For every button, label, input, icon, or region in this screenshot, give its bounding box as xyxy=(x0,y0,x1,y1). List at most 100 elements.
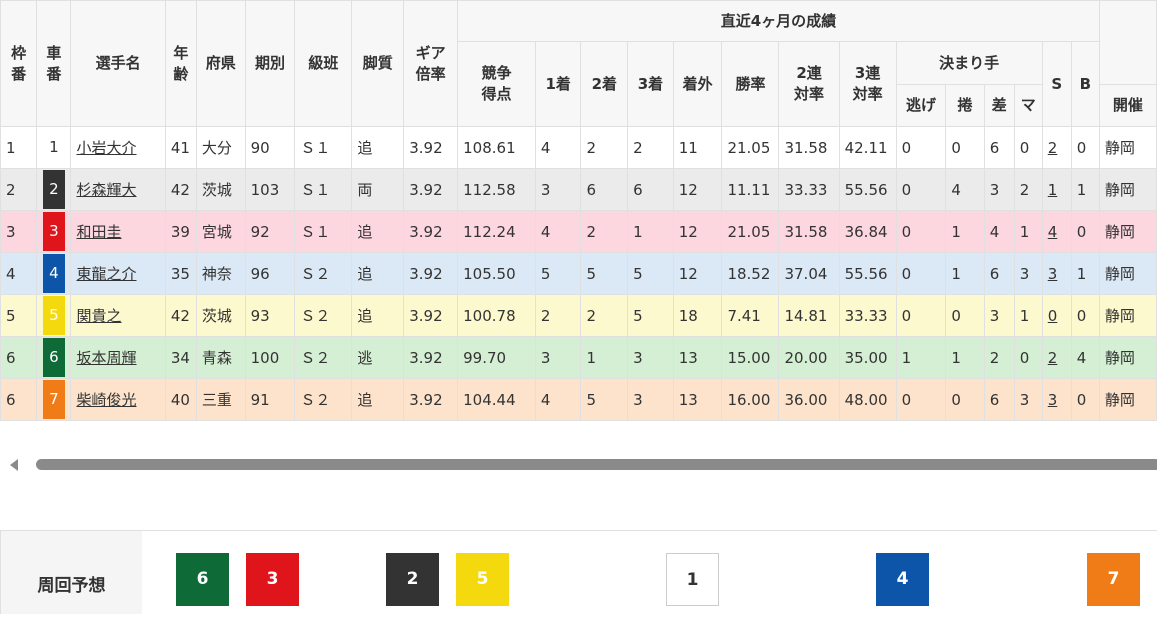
prediction-car-badge: 7 xyxy=(1087,553,1140,606)
racer-name-link[interactable]: 東龍之介 xyxy=(76,265,136,283)
out-cell: 13 xyxy=(672,336,723,379)
class-cell: Ｓ２ xyxy=(294,294,353,337)
s-cell[interactable]: 0 xyxy=(1041,294,1072,337)
header-term: 期別 xyxy=(244,0,296,127)
racer-name-link[interactable]: 坂本周輝 xyxy=(76,349,136,367)
racer-name-link[interactable]: 関貴之 xyxy=(76,307,121,325)
car-number-badge: 4 xyxy=(36,252,72,295)
header-pref: 府県 xyxy=(195,0,246,127)
s-cell[interactable]: 2 xyxy=(1041,336,1072,379)
s-cell[interactable]: 2 xyxy=(1041,126,1072,169)
header-trio-rate: 3連 対率 xyxy=(838,41,897,127)
trio-rate-cell: 48.00 xyxy=(838,378,897,421)
pref-cell: 茨城 xyxy=(195,294,246,337)
s-link[interactable]: 3 xyxy=(1048,265,1058,283)
racer-name-link[interactable]: 和田圭 xyxy=(76,223,121,241)
header-waku: 枠 番 xyxy=(0,0,38,127)
table-row: 6 6 坂本周輝 34 青森 100 Ｓ２ 逃 3.92 99.70 3 1 3… xyxy=(0,336,1157,379)
class-cell: Ｓ２ xyxy=(294,252,353,295)
racer-name-link[interactable]: 小岩大介 xyxy=(76,139,136,157)
score-cell: 112.24 xyxy=(457,210,536,253)
third-cell: 5 xyxy=(627,252,674,295)
nige-cell: 0 xyxy=(895,378,947,421)
header-class: 級班 xyxy=(294,0,353,127)
racer-name-link[interactable]: 柴崎俊光 xyxy=(76,391,136,409)
venue-cell: 静岡 xyxy=(1098,168,1157,211)
header-score: 競争 得点 xyxy=(457,41,536,127)
makuri-cell: 0 xyxy=(945,378,985,421)
second-cell: 6 xyxy=(580,168,629,211)
first-cell: 4 xyxy=(534,210,582,253)
quinella-rate-cell: 37.04 xyxy=(778,252,840,295)
win-rate-cell: 16.00 xyxy=(721,378,780,421)
makuri-cell: 0 xyxy=(945,126,985,169)
racer-name-cell[interactable]: 坂本周輝 xyxy=(70,336,166,379)
prediction-car-badge: 1 xyxy=(666,553,719,606)
first-cell: 3 xyxy=(534,336,582,379)
header-out: 着外 xyxy=(672,41,723,127)
win-rate-cell: 18.52 xyxy=(721,252,780,295)
racer-name-cell[interactable]: 柴崎俊光 xyxy=(70,378,166,421)
waku-cell: 2 xyxy=(0,168,38,211)
car-number: 6 xyxy=(42,338,65,377)
makuri-cell: 4 xyxy=(945,168,985,211)
second-cell: 5 xyxy=(580,252,629,295)
nige-cell: 0 xyxy=(895,168,947,211)
s-cell[interactable]: 3 xyxy=(1041,252,1072,295)
header-b: B xyxy=(1070,41,1100,127)
header-mark: マ xyxy=(1013,84,1043,127)
waku-cell: 3 xyxy=(0,210,38,253)
age-cell: 35 xyxy=(164,252,197,295)
out-cell: 18 xyxy=(672,294,723,337)
horizontal-scrollbar[interactable] xyxy=(0,455,1157,475)
win-rate-cell: 11.11 xyxy=(721,168,780,211)
prediction-car-badge: 2 xyxy=(386,553,439,606)
s-link[interactable]: 3 xyxy=(1048,391,1058,409)
prediction-car-badge: 3 xyxy=(246,553,299,606)
quinella-rate-cell: 33.33 xyxy=(778,168,840,211)
s-link[interactable]: 4 xyxy=(1048,223,1058,241)
term-cell: 100 xyxy=(244,336,296,379)
class-cell: Ｓ１ xyxy=(294,168,353,211)
win-rate-cell: 21.05 xyxy=(721,126,780,169)
table-row: 2 2 杉森輝大 42 茨城 103 Ｓ１ 両 3.92 112.58 3 6 … xyxy=(0,168,1157,211)
pref-cell: 宮城 xyxy=(195,210,246,253)
s-cell[interactable]: 1 xyxy=(1041,168,1072,211)
gear-cell: 3.92 xyxy=(403,168,459,211)
scroll-thumb[interactable] xyxy=(36,459,1157,470)
s-cell[interactable]: 3 xyxy=(1041,378,1072,421)
header-venue: 開催 xyxy=(1098,84,1157,127)
scroll-left-arrow-icon[interactable] xyxy=(10,459,18,471)
trio-rate-cell: 36.84 xyxy=(838,210,897,253)
nige-cell: 0 xyxy=(895,252,947,295)
score-cell: 112.58 xyxy=(457,168,536,211)
nige-cell: 0 xyxy=(895,210,947,253)
racer-name-cell[interactable]: 関貴之 xyxy=(70,294,166,337)
header-gear: ギア 倍率 xyxy=(403,0,459,127)
s-link[interactable]: 2 xyxy=(1048,349,1058,367)
racer-name-cell[interactable]: 杉森輝大 xyxy=(70,168,166,211)
racer-name-cell[interactable]: 和田圭 xyxy=(70,210,166,253)
s-link[interactable]: 2 xyxy=(1048,139,1058,157)
style-cell: 追 xyxy=(351,378,405,421)
header-third: 3着 xyxy=(627,41,674,127)
racer-name-link[interactable]: 杉森輝大 xyxy=(76,181,136,199)
prediction-car-badge: 5 xyxy=(456,553,509,606)
s-link[interactable]: 0 xyxy=(1048,307,1058,325)
second-cell: 2 xyxy=(580,126,629,169)
term-cell: 90 xyxy=(244,126,296,169)
header-style: 脚質 xyxy=(351,0,405,127)
second-cell: 2 xyxy=(580,294,629,337)
lap-prediction-label: 周回予想 xyxy=(0,531,142,614)
trio-rate-cell: 55.56 xyxy=(838,168,897,211)
venue-cell: 静岡 xyxy=(1098,294,1157,337)
table-row: 1 1 小岩大介 41 大分 90 Ｓ１ 追 3.92 108.61 4 2 2… xyxy=(0,126,1157,169)
racer-name-cell[interactable]: 小岩大介 xyxy=(70,126,166,169)
score-cell: 99.70 xyxy=(457,336,536,379)
s-cell[interactable]: 4 xyxy=(1041,210,1072,253)
prediction-car-badge: 6 xyxy=(176,553,229,606)
s-link[interactable]: 1 xyxy=(1048,181,1058,199)
b-cell: 0 xyxy=(1070,378,1100,421)
racer-name-cell[interactable]: 東龍之介 xyxy=(70,252,166,295)
out-cell: 12 xyxy=(672,168,723,211)
